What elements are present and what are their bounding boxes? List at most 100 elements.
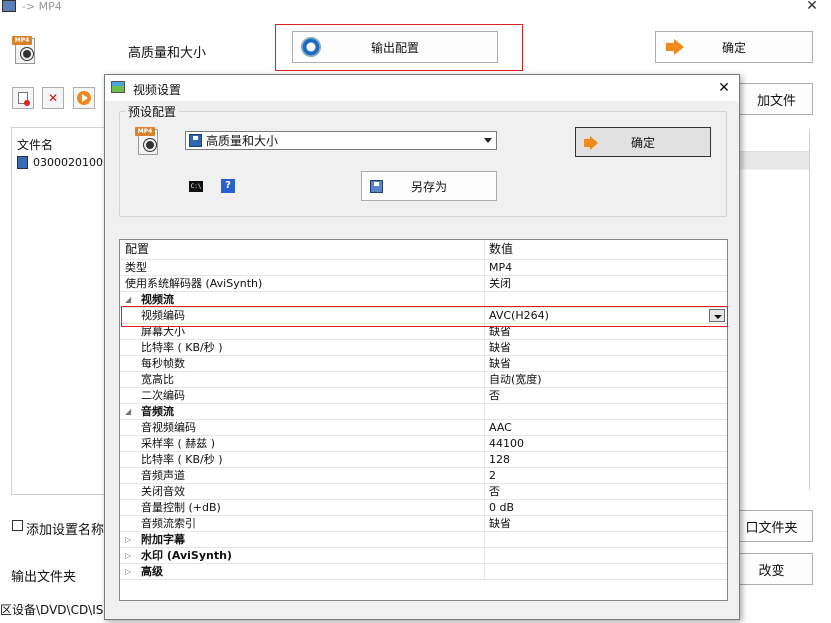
grid-row-audio-codec[interactable]: 音视频编码 AAC bbox=[120, 420, 727, 436]
quality-label: 高质量和大小 bbox=[128, 46, 207, 61]
grid-row-mute[interactable]: 关闭音效 否 bbox=[120, 484, 727, 500]
add-file-label: 加文件 bbox=[756, 93, 796, 109]
row-key: 二次编码 bbox=[141, 389, 185, 402]
chevron-down-icon[interactable] bbox=[709, 309, 725, 322]
row-value: 自动(宽度) bbox=[489, 373, 542, 386]
file-list-header: 文件名 bbox=[17, 138, 54, 152]
help-icon[interactable]: ? bbox=[221, 179, 235, 193]
play-icon[interactable] bbox=[73, 87, 95, 109]
row-key: 比特率 ( KB/秒 ) bbox=[141, 341, 223, 354]
command-line-icon[interactable]: C:\ bbox=[189, 181, 203, 192]
dialog-titlebar[interactable] bbox=[105, 75, 739, 101]
section-label: 附加字幕 bbox=[141, 533, 185, 546]
row-value: 0 dB bbox=[489, 501, 515, 514]
close-icon[interactable]: ✕ bbox=[804, 0, 820, 14]
grid-row-video-codec[interactable]: 视频编码 AVC(H264) bbox=[120, 308, 727, 324]
grid-section-audio[interactable]: ◢ 音频流 bbox=[120, 404, 727, 420]
row-key: 音频流索引 bbox=[141, 517, 196, 530]
floppy-icon bbox=[189, 134, 202, 147]
grid-header: 配置 数值 bbox=[120, 240, 727, 260]
video-file-icon bbox=[17, 156, 28, 169]
file-list-panel[interactable]: 文件名 030002010055 bbox=[11, 127, 117, 495]
dialog-ok-label: 确定 bbox=[630, 135, 655, 150]
row-key: 关闭音效 bbox=[141, 485, 185, 498]
grid-row-audio-bitrate[interactable]: 比特率 ( KB/秒 ) 128 bbox=[120, 452, 727, 468]
output-folder-label: 输出文件夹 bbox=[11, 570, 77, 585]
grid-row-audio-index[interactable]: 音频流索引 缺省 bbox=[120, 516, 727, 532]
grid-row-type[interactable]: 类型 MP4 bbox=[120, 260, 727, 276]
row-value: 缺省 bbox=[489, 357, 511, 370]
add-settings-name-checkbox[interactable] bbox=[12, 520, 23, 534]
chevron-down-icon bbox=[484, 138, 492, 143]
section-label: 高级 bbox=[141, 565, 163, 578]
row-key: 使用系统解码器 (AviSynth) bbox=[125, 277, 263, 290]
main-ok-label: 确定 bbox=[721, 40, 746, 55]
section-label: 水印 (AviSynth) bbox=[141, 549, 232, 562]
grid-section-subtitles[interactable]: ▷ 附加字幕 bbox=[120, 532, 727, 548]
grid-row-two-pass[interactable]: 二次编码 否 bbox=[120, 388, 727, 404]
preset-select[interactable]: 高质量和大小 bbox=[185, 131, 497, 150]
collapse-icon[interactable]: ◢ bbox=[125, 404, 131, 419]
dialog-ok-button[interactable]: 确定 bbox=[575, 127, 711, 157]
arrow-right-icon bbox=[666, 38, 686, 56]
grid-row-video-bitrate[interactable]: 比特率 ( KB/秒 ) 缺省 bbox=[120, 340, 727, 356]
row-key: 采样率 ( 赫兹 ) bbox=[141, 437, 216, 450]
save-as-label: 另存为 bbox=[410, 179, 447, 194]
row-key: 每秒帧数 bbox=[141, 357, 185, 370]
row-value: 缺省 bbox=[489, 325, 511, 338]
app-icon bbox=[2, 0, 16, 12]
row-key: 音视频编码 bbox=[141, 421, 196, 434]
preset-select-value: 高质量和大小 bbox=[206, 134, 279, 148]
right-list-border bbox=[735, 130, 810, 490]
add-folder-label: 口文件夹 bbox=[745, 520, 798, 536]
grid-row-volume[interactable]: 音量控制 (+dB) 0 dB bbox=[120, 500, 727, 516]
delete-icon[interactable]: ✕ bbox=[42, 87, 64, 109]
preset-group-label: 预设配置 bbox=[125, 103, 180, 120]
row-value: 2 bbox=[489, 469, 496, 482]
grid-section-watermark[interactable]: ▷ 水印 (AviSynth) bbox=[120, 548, 727, 564]
main-ok-button[interactable]: 确定 bbox=[655, 31, 813, 63]
row-value: MP4 bbox=[489, 261, 513, 274]
row-value: 关闭 bbox=[489, 277, 511, 290]
row-key: 宽高比 bbox=[141, 373, 174, 386]
collapse-icon[interactable]: ◢ bbox=[125, 292, 131, 307]
row-value: 缺省 bbox=[489, 517, 511, 530]
row-key: 屏幕大小 bbox=[141, 325, 185, 338]
row-value: 缺省 bbox=[489, 341, 511, 354]
dialog-title: 视频设置 bbox=[133, 83, 182, 97]
arrow-right-icon bbox=[584, 134, 604, 152]
mp4-preset-icon: MP4 bbox=[135, 127, 161, 157]
grid-section-video[interactable]: ◢ 视频流 bbox=[120, 292, 727, 308]
grid-row-aspect-ratio[interactable]: 宽高比 自动(宽度) bbox=[120, 372, 727, 388]
expand-icon[interactable]: ▷ bbox=[125, 532, 131, 547]
row-value: 否 bbox=[489, 389, 500, 402]
save-as-button[interactable]: 另存为 bbox=[361, 171, 497, 201]
grid-row-audio-channels[interactable]: 音频声道 2 bbox=[120, 468, 727, 484]
grid-section-advanced[interactable]: ▷ 高级 bbox=[120, 564, 727, 580]
dialog-close-icon[interactable]: ✕ bbox=[715, 79, 733, 97]
section-label: 视频流 bbox=[141, 293, 174, 306]
row-value: 128 bbox=[489, 453, 510, 466]
expand-icon[interactable]: ▷ bbox=[125, 564, 131, 579]
expand-icon[interactable]: ▷ bbox=[125, 548, 131, 563]
row-value: 否 bbox=[489, 485, 500, 498]
grid-row-sample-rate[interactable]: 采样率 ( 赫兹 ) 44100 bbox=[120, 436, 727, 452]
row-value: AAC bbox=[489, 421, 512, 434]
grid-row-fps[interactable]: 每秒帧数 缺省 bbox=[120, 356, 727, 372]
remove-file-icon[interactable] bbox=[12, 87, 34, 109]
add-settings-name-label: 添加设置名称 bbox=[26, 523, 105, 538]
row-key: 音量控制 (+dB) bbox=[141, 501, 221, 514]
grid-row-system-decoder[interactable]: 使用系统解码器 (AviSynth) 关闭 bbox=[120, 276, 727, 292]
output-config-label: 输出配置 bbox=[370, 40, 419, 55]
grid-row-screen-size[interactable]: 屏幕大小 缺省 bbox=[120, 324, 727, 340]
video-settings-dialog: 视频设置 ✕ 预设配置 MP4 高质量和大小 确定 C:\ ? 另存为 配置 数… bbox=[104, 74, 740, 620]
row-value: 44100 bbox=[489, 437, 524, 450]
output-config-button[interactable]: 输出配置 bbox=[292, 31, 498, 63]
grid-header-value: 数值 bbox=[489, 242, 514, 256]
gear-icon bbox=[301, 37, 321, 57]
picture-icon bbox=[111, 81, 125, 93]
row-key: 音频声道 bbox=[141, 469, 185, 482]
row-key: 比特率 ( KB/秒 ) bbox=[141, 453, 223, 466]
row-key: 类型 bbox=[125, 261, 147, 274]
settings-property-grid[interactable]: 配置 数值 类型 MP4 使用系统解码器 (AviSynth) 关闭 ◢ 视频流… bbox=[119, 239, 728, 601]
